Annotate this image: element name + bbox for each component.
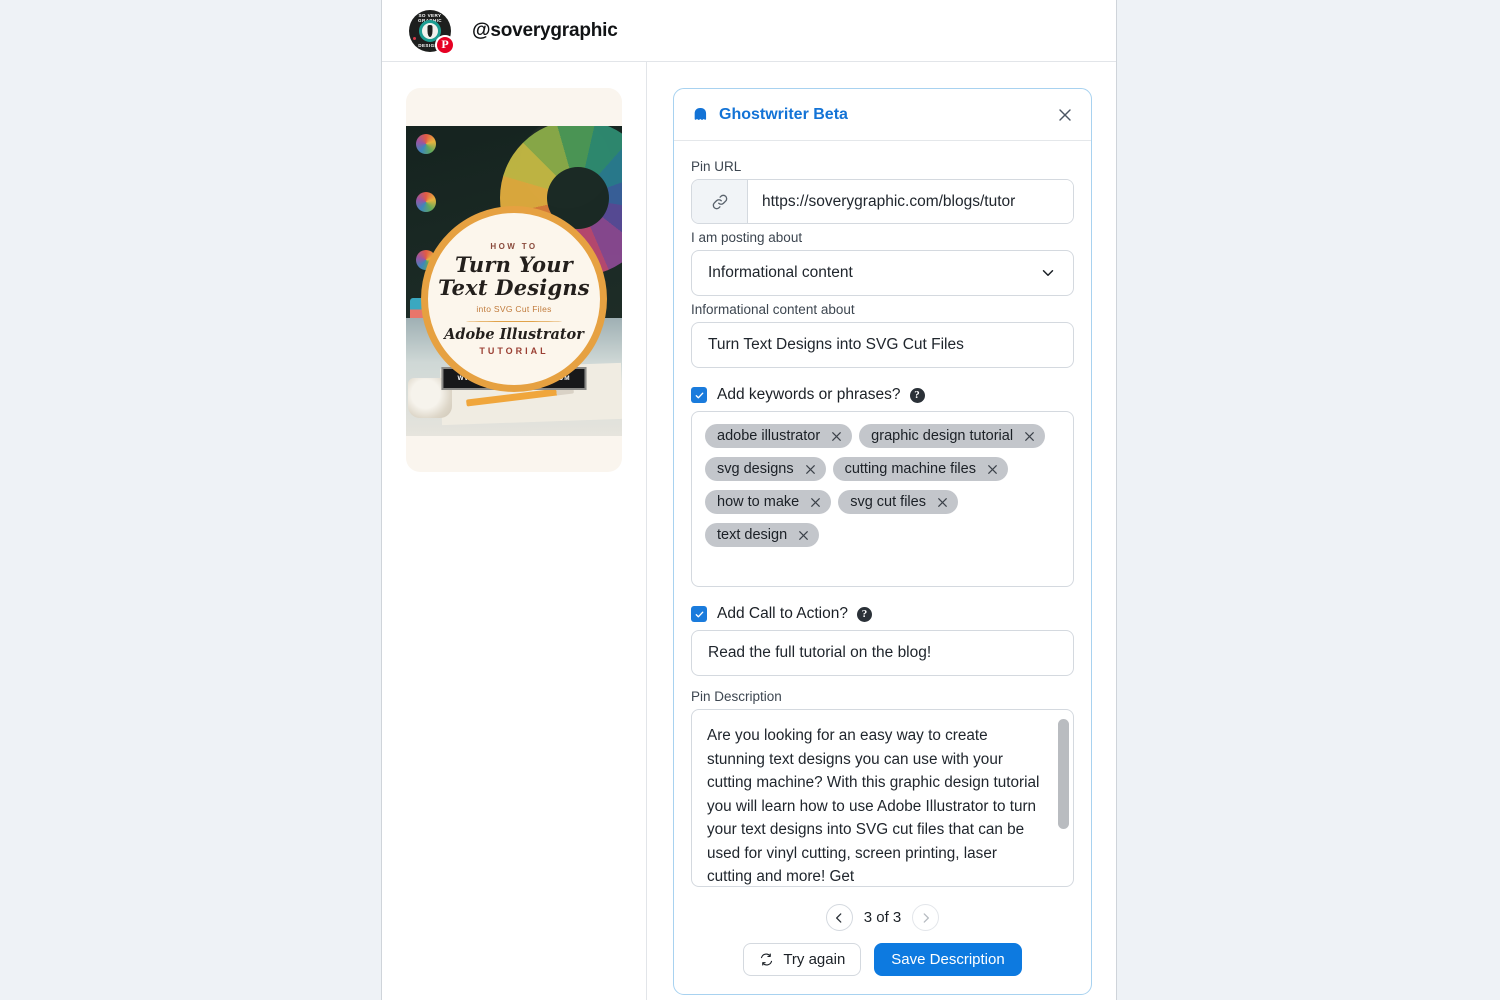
panel-title: Ghostwriter Beta	[719, 105, 848, 123]
pen-nib-icon	[427, 24, 433, 37]
cta-input[interactable]	[691, 630, 1074, 676]
chevron-down-icon	[1042, 270, 1054, 276]
pin-divider	[466, 321, 562, 323]
help-icon[interactable]: ?	[856, 606, 872, 622]
account-header: SO VERY GRAPHIC DESIGNS P @soverygraphic	[382, 0, 1116, 62]
content-about-label: Informational content about	[691, 302, 855, 317]
page-indicator: 3 of 3	[863, 909, 902, 926]
keyword-chip[interactable]: cutting machine files	[832, 457, 1008, 481]
keywords-checkbox-row: Add keywords or phrases? ?	[691, 386, 1074, 404]
keyword-chip[interactable]: svg designs	[705, 457, 826, 481]
link-icon	[692, 180, 748, 223]
pin-url-input[interactable]	[748, 180, 1073, 223]
pin-description-wrap: Are you looking for an easy way to creat…	[691, 709, 1074, 887]
close-icon[interactable]	[1055, 105, 1075, 125]
remove-keyword-icon[interactable]	[1023, 430, 1036, 443]
pin-preview-card[interactable]: WWW.SOVERYGRAPHIC.COM HOW TO Turn Your T…	[406, 88, 622, 472]
color-chip	[416, 192, 436, 212]
pagination: 3 of 3	[691, 904, 1074, 931]
ghost-icon	[694, 107, 707, 120]
remove-keyword-icon[interactable]	[804, 463, 817, 476]
keyword-chip[interactable]: text design	[705, 523, 820, 547]
pin-subline: into SVG Cut Files	[476, 304, 552, 315]
next-page-button[interactable]	[912, 904, 940, 931]
keyword-label: svg cut files	[850, 494, 926, 510]
pin-program: Adobe Illustrator	[444, 326, 584, 344]
pinterest-badge-icon: P	[435, 34, 455, 55]
keyword-label: adobe illustrator	[717, 428, 821, 444]
keyword-chip[interactable]: svg cut files	[838, 490, 958, 514]
keyword-label: text design	[717, 527, 788, 543]
action-buttons: Try again Save Description	[691, 943, 1074, 976]
keywords-checkbox[interactable]	[691, 387, 707, 403]
posting-about-select[interactable]: Informational content	[691, 250, 1074, 296]
avatar[interactable]: SO VERY GRAPHIC DESIGNS P	[409, 9, 455, 55]
pin-url-label: Pin URL	[691, 159, 742, 174]
pin-preview-pane: WWW.SOVERYGRAPHIC.COM HOW TO Turn Your T…	[382, 62, 647, 1000]
remove-keyword-icon[interactable]	[986, 463, 999, 476]
refresh-icon	[761, 953, 773, 966]
pin-description-label: Pin Description	[691, 689, 782, 704]
description-scrollbar-thumb[interactable]	[1058, 719, 1069, 829]
keyword-chip[interactable]: how to make	[705, 490, 832, 514]
remove-keyword-icon[interactable]	[936, 496, 949, 509]
account-handle: @soverygraphic	[472, 19, 618, 41]
try-again-label: Try again	[783, 951, 846, 968]
keyword-label: how to make	[717, 494, 800, 510]
keyword-label: cutting machine files	[844, 461, 976, 477]
keyword-chip[interactable]: graphic design tutorial	[859, 424, 1046, 448]
posting-about-label: I am posting about	[691, 230, 803, 245]
cta-checkbox-label: Add Call to Action?	[717, 605, 848, 622]
keywords-checkbox-label: Add keywords or phrases?	[717, 386, 901, 403]
body-row: WWW.SOVERYGRAPHIC.COM HOW TO Turn Your T…	[382, 62, 1116, 1000]
ghostwriter-header: Ghostwriter Beta	[674, 89, 1091, 141]
pin-headline-2: Text Designs	[438, 274, 590, 300]
keyword-chip[interactable]: adobe illustrator	[705, 424, 853, 448]
try-again-button[interactable]: Try again	[743, 943, 862, 976]
keyword-label: svg designs	[717, 461, 794, 477]
pin-tutorial-label: TUTORIAL	[479, 346, 549, 357]
pin-howto-label: HOW TO	[490, 241, 538, 251]
avatar-dot	[413, 36, 416, 40]
help-icon[interactable]: ?	[909, 387, 925, 403]
keywords-container: adobe illustrator graphic design tutoria…	[691, 411, 1074, 587]
remove-keyword-icon[interactable]	[797, 529, 810, 542]
pin-url-row	[691, 179, 1074, 224]
save-description-button[interactable]: Save Description	[874, 943, 1022, 976]
ghostwriter-body: Pin URL I am posting about Informational	[674, 141, 1091, 994]
page-column: SO VERY GRAPHIC DESIGNS P @soverygraphic	[381, 0, 1117, 1000]
posting-about-value: Informational content	[708, 264, 853, 281]
previous-page-button[interactable]	[825, 904, 853, 931]
pin-badge-circle: HOW TO Turn Your Text Designs into SVG C…	[421, 206, 607, 392]
keyword-label: graphic design tutorial	[871, 428, 1014, 444]
color-chip	[416, 134, 436, 154]
cta-checkbox-row: Add Call to Action? ?	[691, 605, 1074, 623]
pin-description-textarea[interactable]: Are you looking for an easy way to creat…	[691, 709, 1074, 887]
remove-keyword-icon[interactable]	[830, 430, 843, 443]
content-about-input[interactable]	[691, 322, 1074, 368]
ghostwriter-panel: Ghostwriter Beta Pin URL https://soveryg…	[673, 88, 1092, 995]
ghostwriter-pane: Ghostwriter Beta Pin URL https://soveryg…	[647, 62, 1116, 1000]
pin-headline-1: Turn Your	[455, 251, 573, 277]
remove-keyword-icon[interactable]	[809, 496, 822, 509]
cta-checkbox[interactable]	[691, 606, 707, 622]
